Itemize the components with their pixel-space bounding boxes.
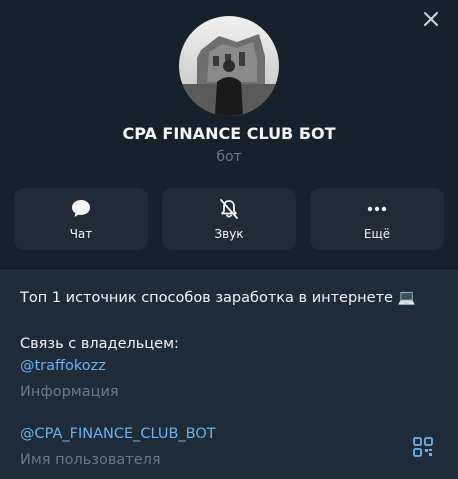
sound-button-label: Звук [214,227,244,241]
bell-muted-icon [220,199,238,219]
contact-label: Связь с владельцем: [20,336,179,352]
qr-code-button[interactable] [412,436,434,458]
more-button[interactable]: Ещё [310,188,444,250]
contact-link[interactable]: @traffokozz [20,358,106,374]
avatar-photo [179,16,279,116]
close-icon [424,12,438,26]
qr-code-icon [413,437,433,457]
chat-bubble-icon [72,200,90,217]
avatar[interactable] [179,16,279,116]
profile-subtitle: бот [216,149,242,165]
bot-description: Топ 1 источник способов заработка в инте… [20,290,416,306]
close-button[interactable] [420,8,442,30]
chat-button[interactable]: Чат [14,188,148,250]
profile-header: CPA FINANCE CLUB БОТ бот Чат Звук Ещё [0,0,458,268]
sound-button[interactable]: Звук [162,188,296,250]
more-button-label: Ещё [363,227,391,241]
chat-button-label: Чат [69,227,93,241]
info-label: Информация [20,384,119,400]
more-dots-icon [367,206,387,212]
username-link[interactable]: @CPA_FINANCE_CLUB_BOT [20,426,216,442]
action-buttons: Чат Звук Ещё [14,188,444,250]
username-label: Имя пользователя [20,452,161,468]
profile-name: CPA FINANCE CLUB БОТ [122,124,336,143]
info-section: Топ 1 источник способов заработка в инте… [0,269,458,479]
